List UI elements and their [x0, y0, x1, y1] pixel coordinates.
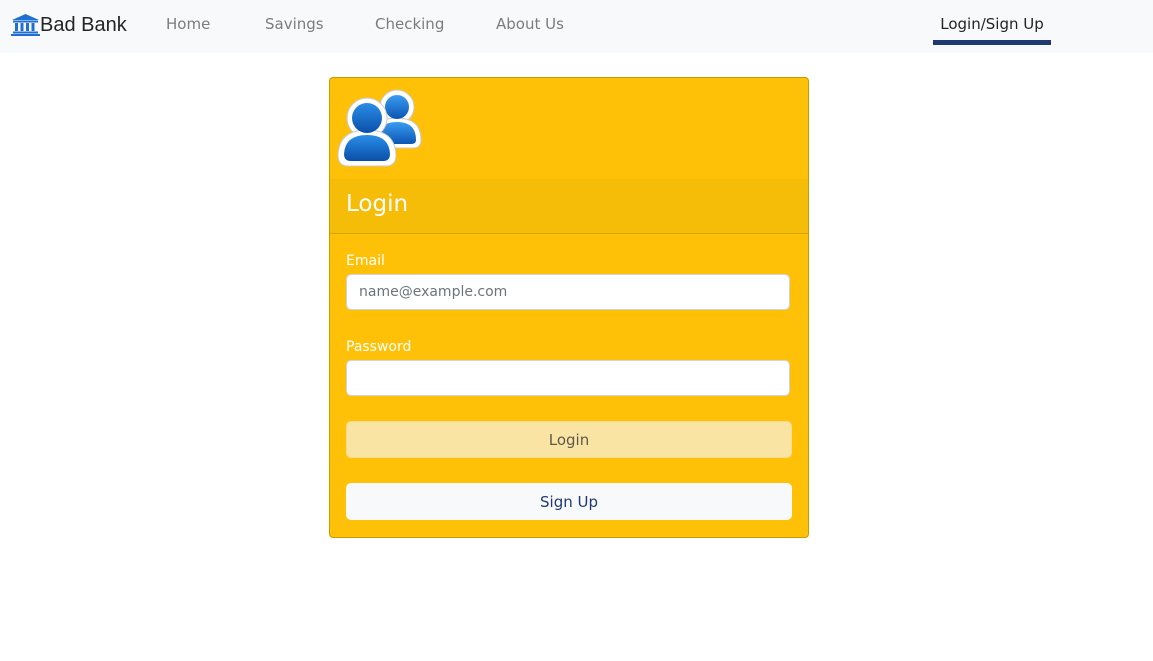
nav-savings[interactable]: Savings	[265, 15, 324, 33]
password-input[interactable]	[346, 360, 790, 396]
card-header: Login	[330, 179, 808, 234]
login-button[interactable]: Login	[346, 421, 792, 458]
login-card: Login Email Password Login Sign Up	[329, 77, 809, 538]
brand-link[interactable]: Bad Bank	[11, 12, 127, 38]
nav-checking[interactable]: Checking	[375, 15, 444, 33]
nav-home[interactable]: Home	[166, 15, 210, 33]
bank-building-icon	[11, 14, 40, 36]
nav-about-us[interactable]: About Us	[496, 15, 564, 33]
card-title: Login	[346, 191, 409, 217]
active-nav-indicator	[933, 40, 1051, 45]
users-icon	[337, 89, 422, 167]
email-input[interactable]	[346, 274, 790, 310]
card-icon-area	[330, 78, 808, 179]
brand-name: Bad Bank	[40, 13, 127, 36]
top-navbar: Bad Bank Home Savings Checking About Us …	[0, 0, 1153, 53]
signup-button[interactable]: Sign Up	[346, 483, 792, 520]
password-label: Password	[346, 339, 412, 355]
email-label: Email	[346, 253, 385, 269]
